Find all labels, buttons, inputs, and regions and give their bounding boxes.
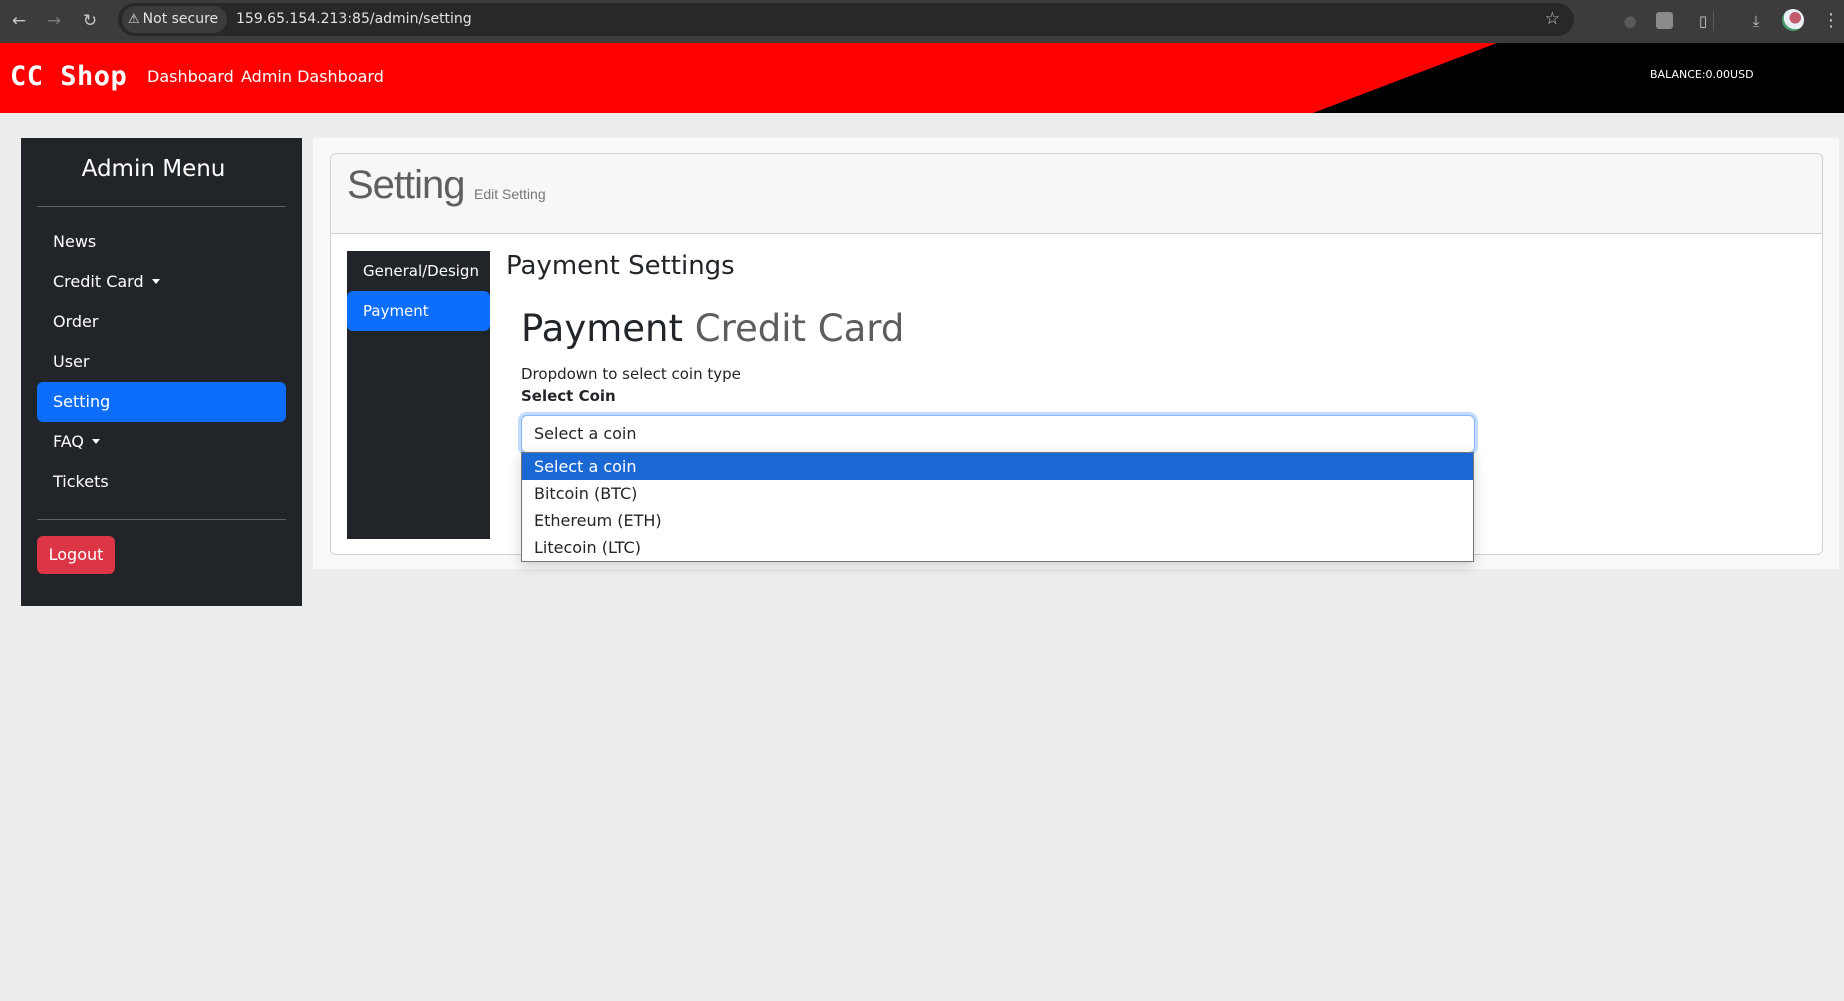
coin-option[interactable]: Ethereum (ETH) xyxy=(522,507,1473,534)
sidebar-item-label: User xyxy=(53,352,90,371)
sidebar-item-label: News xyxy=(53,232,97,251)
sidebar-item-label: Setting xyxy=(53,392,111,411)
more-menu-icon[interactable]: ⋮ xyxy=(1822,8,1840,34)
sidebar-item-label: Order xyxy=(53,312,99,331)
security-indicator[interactable]: ⚠ Not secure xyxy=(122,6,228,33)
site-header: CC Shop Dashboard Admin Dashboard BALANC… xyxy=(0,43,1844,113)
sidebar-item-credit-card[interactable]: Credit Card xyxy=(37,262,286,302)
sidebar-item-user[interactable]: User xyxy=(37,342,286,382)
help-text: Dropdown to select coin type xyxy=(521,365,741,383)
caret-down-icon xyxy=(92,439,100,444)
sidebar-item-faq[interactable]: FAQ xyxy=(37,422,286,462)
url-text[interactable]: 159.65.154.213:85/admin/setting xyxy=(236,3,472,36)
sidebar-title: Admin Menu xyxy=(81,156,226,182)
bookmark-star-icon[interactable]: ☆ xyxy=(1545,3,1560,36)
tab-payment[interactable]: Payment xyxy=(347,291,490,331)
sidebar-item-label: Tickets xyxy=(53,472,109,491)
sidebar-divider xyxy=(37,206,286,207)
sidebar-divider xyxy=(37,519,286,520)
card-header: Setting Edit Setting xyxy=(331,154,1822,234)
tab-general-design[interactable]: General/Design xyxy=(347,251,490,291)
sidebar-item-label: Credit Card xyxy=(53,272,144,291)
sidebar-item-order[interactable]: Order xyxy=(37,302,286,342)
page-title: Setting xyxy=(347,163,466,207)
caret-down-icon xyxy=(151,279,160,284)
browser-toolbar: ← → ↻ ⚠ Not secure 159.65.154.213:85/admi… xyxy=(0,0,1844,43)
coin-select[interactable]: Select a coin xyxy=(521,415,1475,453)
admin-sidebar: Admin Menu News Credit Card Order User S… xyxy=(21,138,302,606)
balance-display: BALANCE:0.00USD xyxy=(1650,68,1754,81)
security-label: Not secure xyxy=(142,11,219,27)
address-bar[interactable]: ⚠ Not secure 159.65.154.213:85/admin/sett… xyxy=(118,3,1574,36)
brand-logo[interactable]: CC Shop xyxy=(10,43,127,111)
payment-heading-muted: Credit Card xyxy=(694,307,905,350)
forward-icon[interactable]: → xyxy=(41,8,67,34)
payment-heading-main: Payment xyxy=(521,307,683,350)
sidebar-item-label: FAQ xyxy=(53,432,84,451)
section-title: Payment Settings xyxy=(506,251,735,281)
download-icon[interactable]: ⤓ xyxy=(1745,10,1767,32)
payment-heading: Payment Credit Card xyxy=(521,307,904,350)
coin-option[interactable]: Select a coin xyxy=(522,453,1473,480)
reload-icon[interactable]: ↻ xyxy=(77,8,103,34)
sidebar-item-tickets[interactable]: Tickets xyxy=(37,462,286,502)
image-extension-icon[interactable] xyxy=(1656,12,1673,29)
sidebar-item-news[interactable]: News xyxy=(37,222,286,262)
toolbar-divider xyxy=(1713,11,1714,31)
sidebar-item-setting[interactable]: Setting xyxy=(37,382,286,422)
coin-option[interactable]: Bitcoin (BTC) xyxy=(522,480,1473,507)
page-subtitle: Edit Setting xyxy=(474,186,546,202)
profile-avatar[interactable] xyxy=(1782,9,1804,31)
select-coin-label: Select Coin xyxy=(521,387,616,405)
warning-icon: ⚠ xyxy=(128,12,140,27)
coin-dropdown-list: Select a coin Bitcoin (BTC) Ethereum (ET… xyxy=(521,452,1474,562)
extensions-puzzle-icon[interactable]: ▯ xyxy=(1692,10,1714,32)
coin-option[interactable]: Litecoin (LTC) xyxy=(522,534,1473,561)
nav-link-admin-dashboard[interactable]: Admin Dashboard xyxy=(241,43,384,111)
logout-button[interactable]: Logout xyxy=(37,536,115,574)
settings-tab-nav: General/Design Payment xyxy=(347,251,490,539)
nav-link-dashboard[interactable]: Dashboard xyxy=(147,43,234,111)
back-icon[interactable]: ← xyxy=(6,8,32,34)
robot-extension-icon[interactable]: ● xyxy=(1619,10,1641,32)
